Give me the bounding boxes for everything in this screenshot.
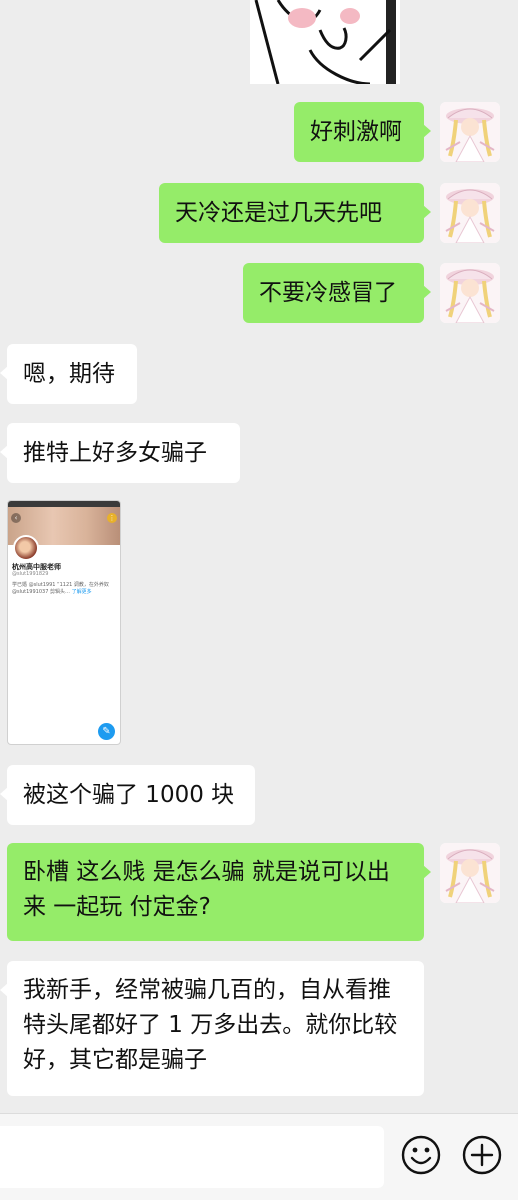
input-bar	[0, 1113, 518, 1200]
message-text: 不要冷感冒了	[259, 280, 397, 306]
back-icon: ‹	[11, 513, 21, 523]
compose-fab-icon: ✎	[98, 723, 115, 740]
my-avatar[interactable]	[440, 843, 500, 903]
my-avatar[interactable]	[440, 263, 500, 323]
message-text: 好刺激啊	[310, 119, 402, 145]
message-text: 我新手，经常被骗几百的，自从看推特头尾都好了 1 万多出去。就你比较好，其它都是…	[23, 977, 398, 1073]
incoming-message-bubble[interactable]: 嗯，期待	[0, 344, 137, 404]
profile-handle: @slut1991829	[12, 571, 49, 577]
sticker-image[interactable]	[250, 0, 400, 84]
profile-bio: 学已婚 @slut1991 “1121 调教，在外养奴 @slut1991037…	[12, 582, 116, 596]
my-avatar[interactable]	[440, 183, 500, 243]
message-text: 天冷还是过几天先吧	[175, 200, 382, 226]
image-message-screenshot[interactable]: ‹ ⋮ 杭州高中服老师 @slut1991829 学已婚 @slut1991 “…	[7, 500, 121, 745]
chat-area[interactable]: 好刺激啊 天冷还是过几天先吧 不要冷感冒了 嗯，期待 推特上好多女骗子 ‹ ⋮ …	[0, 0, 518, 1113]
my-avatar[interactable]	[440, 102, 500, 162]
message-text: 卧槽 这么贱 是怎么骗 就是说可以出来 一起玩 付定金?	[23, 859, 390, 920]
outgoing-message-bubble[interactable]: 卧槽 这么贱 是怎么骗 就是说可以出来 一起玩 付定金?	[7, 843, 431, 941]
message-text: 推特上好多女骗子	[23, 440, 207, 466]
outgoing-message-bubble[interactable]: 好刺激啊	[294, 102, 431, 162]
outgoing-message-bubble[interactable]: 不要冷感冒了	[243, 263, 431, 323]
smiley-face-icon[interactable]	[401, 1135, 441, 1175]
message-text: 嗯，期待	[23, 361, 115, 387]
plus-circle-icon[interactable]	[462, 1135, 502, 1175]
outgoing-message-bubble[interactable]: 天冷还是过几天先吧	[159, 183, 431, 243]
incoming-message-bubble[interactable]: 被这个骗了 1000 块	[0, 765, 255, 825]
profile-avatar	[13, 535, 39, 561]
more-icon: ⋮	[107, 513, 117, 523]
incoming-message-bubble[interactable]: 我新手，经常被骗几百的，自从看推特头尾都好了 1 万多出去。就你比较好，其它都是…	[0, 961, 424, 1096]
profile-bio-text: 学已婚 @slut1991 “1121 调教，在外养奴 @slut1991037…	[12, 582, 109, 595]
message-input[interactable]	[0, 1126, 384, 1188]
profile-bio-link: 了解更多	[71, 589, 92, 595]
message-text: 被这个骗了 1000 块	[23, 782, 235, 808]
incoming-message-bubble[interactable]: 推特上好多女骗子	[0, 423, 240, 483]
